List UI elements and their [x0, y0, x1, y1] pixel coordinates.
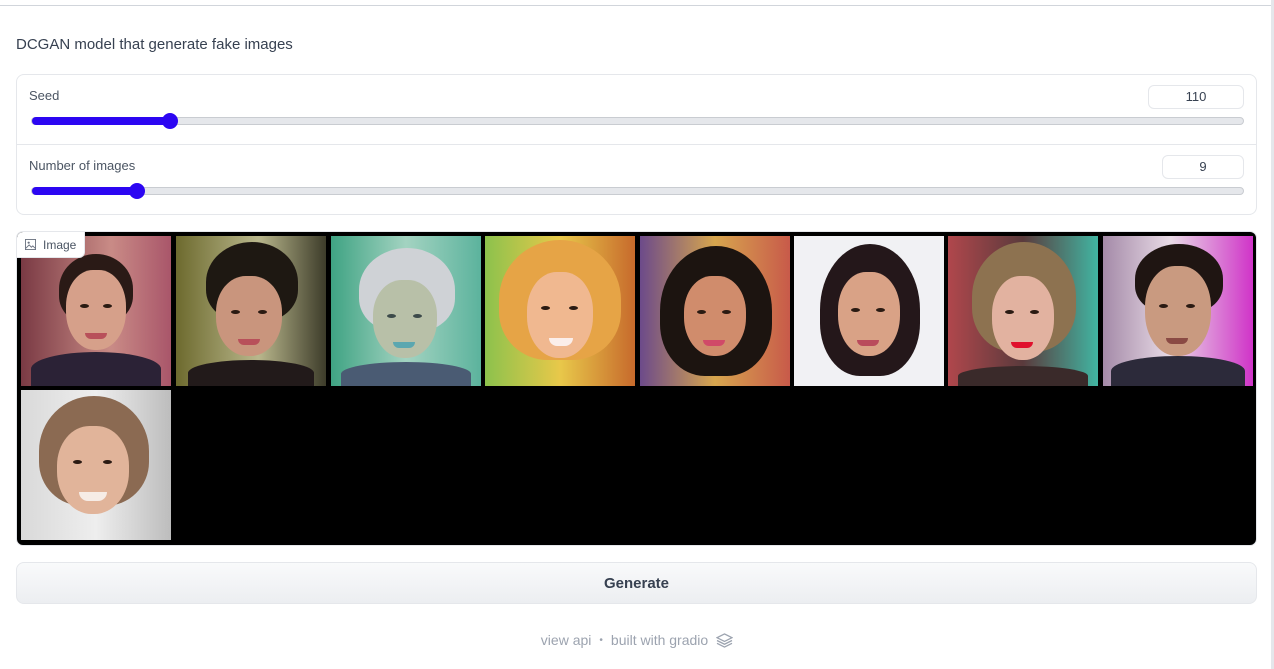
seed-slider-block: Seed 110: [17, 75, 1256, 145]
generated-image-1[interactable]: [21, 236, 171, 386]
gradio-logo-icon: [716, 632, 734, 648]
app-description: DCGAN model that generate fake images: [16, 36, 293, 53]
num-images-slider-thumb[interactable]: [129, 183, 146, 199]
gallery-label-text: Image: [43, 237, 77, 252]
generated-image-4[interactable]: [485, 236, 635, 386]
num-images-slider-fill: [32, 187, 138, 195]
num-images-slider-track[interactable]: [31, 183, 1244, 199]
num-images-slider-block: Number of images 9: [17, 145, 1256, 215]
built-with-gradio-link[interactable]: built with gradio: [611, 632, 708, 648]
generated-image-2[interactable]: [176, 236, 326, 386]
footer-separator: •: [599, 634, 603, 646]
generated-image-7[interactable]: [948, 236, 1098, 386]
seed-label: Seed: [29, 88, 60, 103]
generated-image-5[interactable]: [640, 236, 790, 386]
image-icon: [25, 239, 36, 250]
generated-image-3[interactable]: [331, 236, 481, 386]
num-images-label: Number of images: [29, 158, 136, 173]
seed-slider-fill: [32, 117, 171, 125]
generate-button[interactable]: Generate: [16, 562, 1257, 604]
seed-slider-thumb[interactable]: [162, 113, 179, 129]
generated-image-9[interactable]: [21, 390, 171, 540]
inputs-panel: Seed 110 Number of images 9: [16, 74, 1257, 215]
image-gallery: Image: [16, 231, 1257, 546]
gallery-tiles: [21, 236, 1256, 545]
generated-image-6[interactable]: [794, 236, 944, 386]
num-images-number-input[interactable]: 9: [1162, 155, 1244, 179]
generated-image-8[interactable]: [1103, 236, 1253, 386]
footer: view api • built with gradio: [0, 630, 1274, 650]
seed-slider-track[interactable]: [31, 113, 1244, 129]
header-divider: [0, 0, 1274, 6]
gallery-label: Image: [17, 232, 86, 258]
view-api-link[interactable]: view api: [541, 632, 592, 648]
seed-number-input[interactable]: 110: [1148, 85, 1244, 109]
